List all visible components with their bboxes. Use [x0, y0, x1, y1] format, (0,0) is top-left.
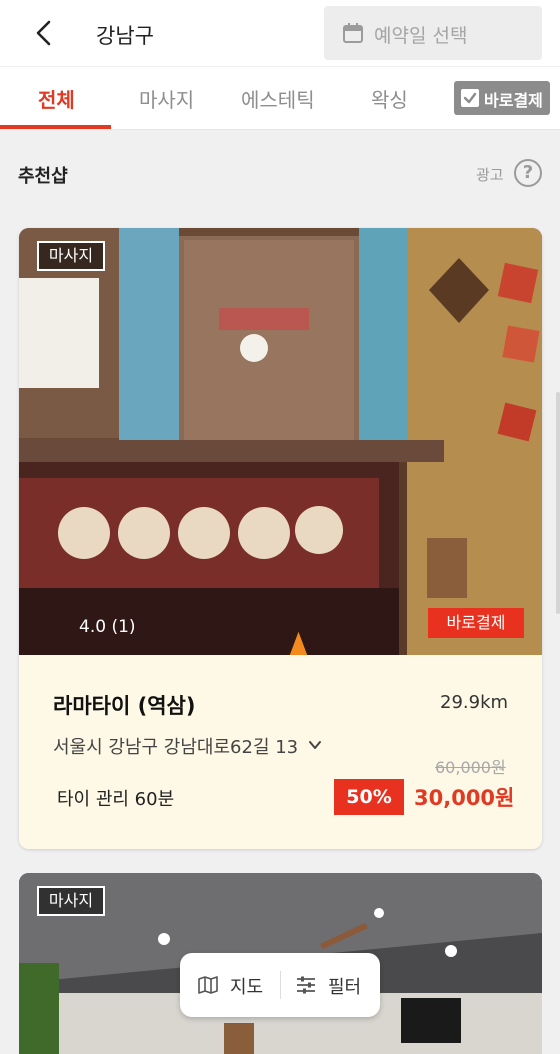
filter-button[interactable]: 필터 — [294, 971, 374, 999]
date-placeholder: 예약일 선택 — [374, 25, 468, 47]
tab-esthetic[interactable]: 에스테틱 — [241, 84, 315, 113]
sliders-icon — [297, 976, 315, 994]
map-button[interactable]: 지도 — [194, 971, 282, 999]
quick-pay-label: 바로결제 — [484, 91, 543, 110]
category-badge: 마사지 — [37, 886, 105, 916]
discount-badge: 50% — [334, 779, 404, 815]
category-badge: 마사지 — [37, 241, 105, 271]
section-title: 추천샵 — [18, 166, 68, 187]
divider — [280, 971, 281, 999]
recommended-section-header: 추천샵 광고 ? — [0, 146, 560, 202]
quick-pay-toggle[interactable]: 바로결제 — [454, 81, 550, 115]
ad-label: 광고 — [476, 166, 504, 184]
map-label: 지도 — [230, 977, 264, 998]
rating-text: 4.0 (1) — [79, 617, 136, 637]
chevron-down-icon[interactable] — [307, 737, 323, 753]
map-icon — [198, 976, 218, 994]
scrollbar[interactable] — [556, 392, 560, 614]
filter-label: 필터 — [328, 977, 362, 998]
shop-photo: 마사지 4.0 (1) 바로결제 — [19, 228, 542, 655]
help-icon[interactable]: ? — [514, 159, 542, 187]
date-picker-button[interactable]: 예약일 선택 — [324, 6, 542, 60]
shop-name: 라마타이 (역삼) — [53, 694, 196, 718]
shop-card[interactable]: 마사지 4.0 (1) 바로결제 라마타이 (역삼) 29.9km 서울시 강남… — [19, 228, 542, 849]
tab-all[interactable]: 전체 — [38, 84, 75, 113]
original-price: 60,000원 — [435, 758, 506, 777]
shop-info: 라마타이 (역삼) 29.9km 서울시 강남구 강남대로62길 13 60,0… — [19, 655, 542, 849]
top-bar: 강남구 예약일 선택 — [0, 0, 560, 66]
sale-price: 30,000원 — [414, 786, 515, 810]
service-name: 타이 관리 60분 — [57, 789, 175, 810]
distance: 29.9km — [440, 692, 509, 713]
page: 강남구 예약일 선택 전체 마사지 에스테틱 왁싱 바로결제 추천샵 광고 ? — [0, 0, 560, 1054]
checkbox-icon — [461, 89, 479, 107]
tab-massage[interactable]: 마사지 — [139, 84, 194, 113]
shop-address: 서울시 강남구 강남대로62길 13 — [53, 737, 299, 758]
page-title: 강남구 — [96, 24, 154, 48]
active-tab-indicator — [0, 125, 111, 129]
category-tabs: 전체 마사지 에스테틱 왁싱 바로결제 — [0, 66, 560, 130]
map-filter-bar: 지도 필터 — [180, 953, 380, 1017]
quick-pay-badge: 바로결제 — [428, 608, 524, 638]
chevron-left-icon — [36, 20, 51, 46]
tab-waxing[interactable]: 왁싱 — [371, 84, 408, 113]
calendar-icon — [343, 23, 363, 43]
back-button[interactable] — [30, 18, 60, 48]
